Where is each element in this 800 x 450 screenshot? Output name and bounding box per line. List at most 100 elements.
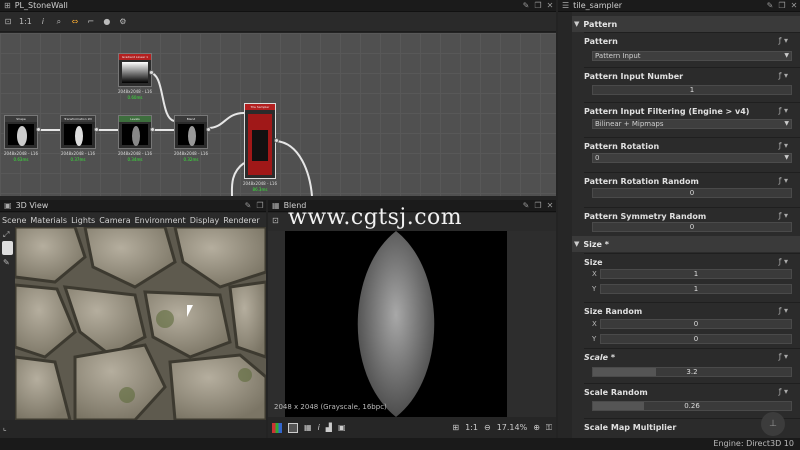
section-pattern[interactable]: ▼ Pattern xyxy=(572,16,800,32)
size-random-y-field[interactable]: 0 xyxy=(600,334,792,344)
close-icon[interactable]: ✕ xyxy=(546,201,554,210)
menu-environment[interactable]: Environment xyxy=(135,216,186,225)
menu-lights[interactable]: Lights xyxy=(71,216,95,225)
node-output-port[interactable] xyxy=(36,127,41,132)
view3d-toolstrip: ⤢ ✎ xyxy=(0,227,15,420)
menu-renderer[interactable]: Renderer xyxy=(223,216,260,225)
info-icon[interactable]: i xyxy=(38,15,48,29)
field-value: 3.2 xyxy=(686,368,698,376)
restore-icon[interactable]: ❐ xyxy=(778,1,786,10)
graph-node-transformation[interactable]: Transformation 2D xyxy=(60,115,96,149)
size-y-field[interactable]: 1 xyxy=(600,284,792,294)
view3d-window-controls: ✎ ❐ xyxy=(244,201,264,210)
graph-node-shape[interactable]: Shape xyxy=(4,115,38,149)
graph-node-levels[interactable]: Levels xyxy=(118,115,152,149)
link-style-icon[interactable]: ⌐ xyxy=(86,15,96,29)
menu-scene[interactable]: Scene xyxy=(2,216,26,225)
pattern-symmetry-random-field[interactable]: 0 xyxy=(592,222,792,232)
function-icon[interactable]: ƒ ▾ xyxy=(779,211,788,220)
channels-icon[interactable] xyxy=(272,422,282,433)
props-window-controls: ✎ ❐ ✕ xyxy=(766,1,798,10)
close-icon[interactable]: ✕ xyxy=(546,1,554,10)
pin-icon[interactable]: ✎ xyxy=(522,201,530,210)
scale-random-field[interactable]: 0.26 xyxy=(592,401,792,411)
pattern-rotation-random-field[interactable]: 0 xyxy=(592,188,792,198)
function-icon[interactable]: ƒ ▾ xyxy=(779,257,788,266)
frame-icon[interactable]: ⊡ xyxy=(3,15,13,29)
camera-tool-icon[interactable]: ⤢ xyxy=(3,230,9,240)
brush-tool-icon[interactable]: ✎ xyxy=(3,258,10,267)
menu-materials[interactable]: Materials xyxy=(30,216,67,225)
param-label: Pattern Rotation Random xyxy=(584,177,699,186)
node-time-label: 0.37ms xyxy=(70,157,86,162)
pattern-rotation-dropdown[interactable]: 0 ▼ xyxy=(592,153,792,163)
pattern-input-number-field[interactable]: 1 xyxy=(592,85,792,95)
settings-icon[interactable]: ⚙ xyxy=(118,15,128,29)
zoom-1to1-button[interactable]: 1:1 xyxy=(465,423,478,432)
view3d-viewport[interactable] xyxy=(15,227,266,420)
lock-icon[interactable]: ⚿ xyxy=(546,423,552,433)
cube-icon: ▣ xyxy=(4,201,12,210)
node-header: Gradient Linear 1 xyxy=(119,54,151,60)
section-size[interactable]: ▼ Size * xyxy=(572,236,800,252)
node-output-port[interactable] xyxy=(150,127,155,132)
function-icon[interactable]: ƒ ▾ xyxy=(779,387,788,396)
field-value: 0 xyxy=(689,223,695,231)
function-icon[interactable]: ƒ ▾ xyxy=(779,306,788,315)
function-icon[interactable]: ƒ ▾ xyxy=(779,176,788,185)
close-icon[interactable]: ✕ xyxy=(790,1,798,10)
pin-icon[interactable]: ✎ xyxy=(244,201,252,210)
node-header: Blend xyxy=(175,116,207,122)
size-x-field[interactable]: 1 xyxy=(600,269,792,279)
blend-canvas[interactable]: 2048 x 2048 (Grayscale, 16bpc) xyxy=(268,231,556,417)
collapse-arrow-icon[interactable]: ▼ xyxy=(574,20,579,28)
fit-icon[interactable]: ⊞ xyxy=(452,423,459,432)
function-icon[interactable]: ƒ ▾ xyxy=(779,141,788,150)
node-output-port[interactable] xyxy=(94,127,99,132)
tile-icon[interactable]: ▣ xyxy=(338,423,346,432)
node-output-port[interactable] xyxy=(206,127,211,132)
zoom-out-icon[interactable]: ⊖ xyxy=(484,423,491,432)
color-icon[interactable]: ● xyxy=(102,15,112,29)
restore-icon[interactable]: ❐ xyxy=(534,1,542,10)
field-value: 0.26 xyxy=(684,402,700,410)
function-icon[interactable]: ƒ ▾ xyxy=(779,36,788,45)
graph-node-gradient[interactable]: Gradient Linear 1 xyxy=(118,53,152,87)
collapse-arrow-icon[interactable]: ▼ xyxy=(574,240,579,248)
section-label: Pattern xyxy=(583,19,618,29)
node-output-port[interactable] xyxy=(274,138,279,143)
graph-node-blend[interactable]: Blend xyxy=(174,115,208,149)
function-icon[interactable]: ƒ ▾ xyxy=(779,106,788,115)
restore-icon[interactable]: ❐ xyxy=(534,201,542,210)
zoom-in-icon[interactable]: ⊕ xyxy=(533,423,540,432)
props-panel-title: ☰ tile_sampler ✎ ❐ ✕ xyxy=(558,0,800,12)
histogram-icon[interactable]: ▟ xyxy=(326,423,332,432)
restore-icon[interactable]: ❐ xyxy=(256,201,264,210)
function-icon[interactable]: ƒ ▾ xyxy=(779,71,788,80)
menu-display[interactable]: Display xyxy=(190,216,220,225)
grid-icon[interactable]: ▦ xyxy=(304,423,312,432)
pin-icon[interactable]: ✎ xyxy=(766,1,774,10)
axis-label-y: Y xyxy=(592,335,597,343)
function-icon[interactable]: ƒ ▾ xyxy=(779,352,788,361)
menu-camera[interactable]: Camera xyxy=(99,216,130,225)
zoom-1to1-button[interactable]: 1:1 xyxy=(19,15,32,29)
graph-node-tile-sampler[interactable]: Tile Sampler xyxy=(244,103,276,179)
node-output-port[interactable] xyxy=(149,70,154,75)
props-gutter xyxy=(558,12,572,438)
pattern-filtering-dropdown[interactable]: Bilinear + Mipmaps ▼ xyxy=(592,119,792,129)
light-tool-icon[interactable] xyxy=(2,241,13,255)
scale-field[interactable]: 3.2 xyxy=(592,367,792,377)
frame-icon[interactable]: ⊡ xyxy=(272,216,279,225)
checker-icon[interactable] xyxy=(288,422,298,433)
pattern-dropdown[interactable]: Pattern Input ▼ xyxy=(592,51,792,61)
scroll-to-top-icon[interactable]: ⊥ xyxy=(761,412,785,436)
graph-canvas[interactable]: Gradient Linear 1 2048x2048 - L16 0.60ms… xyxy=(0,33,556,196)
pin-icon[interactable]: ✎ xyxy=(522,1,530,10)
image-info-label: 2048 x 2048 (Grayscale, 16bpc) xyxy=(274,403,387,411)
connection-icon[interactable]: ⇔ xyxy=(70,15,80,29)
search-icon[interactable]: ⌕ xyxy=(54,15,64,29)
info-icon[interactable]: i xyxy=(318,423,320,432)
node-thumbnail xyxy=(122,124,148,146)
size-random-x-field[interactable]: 0 xyxy=(600,319,792,329)
